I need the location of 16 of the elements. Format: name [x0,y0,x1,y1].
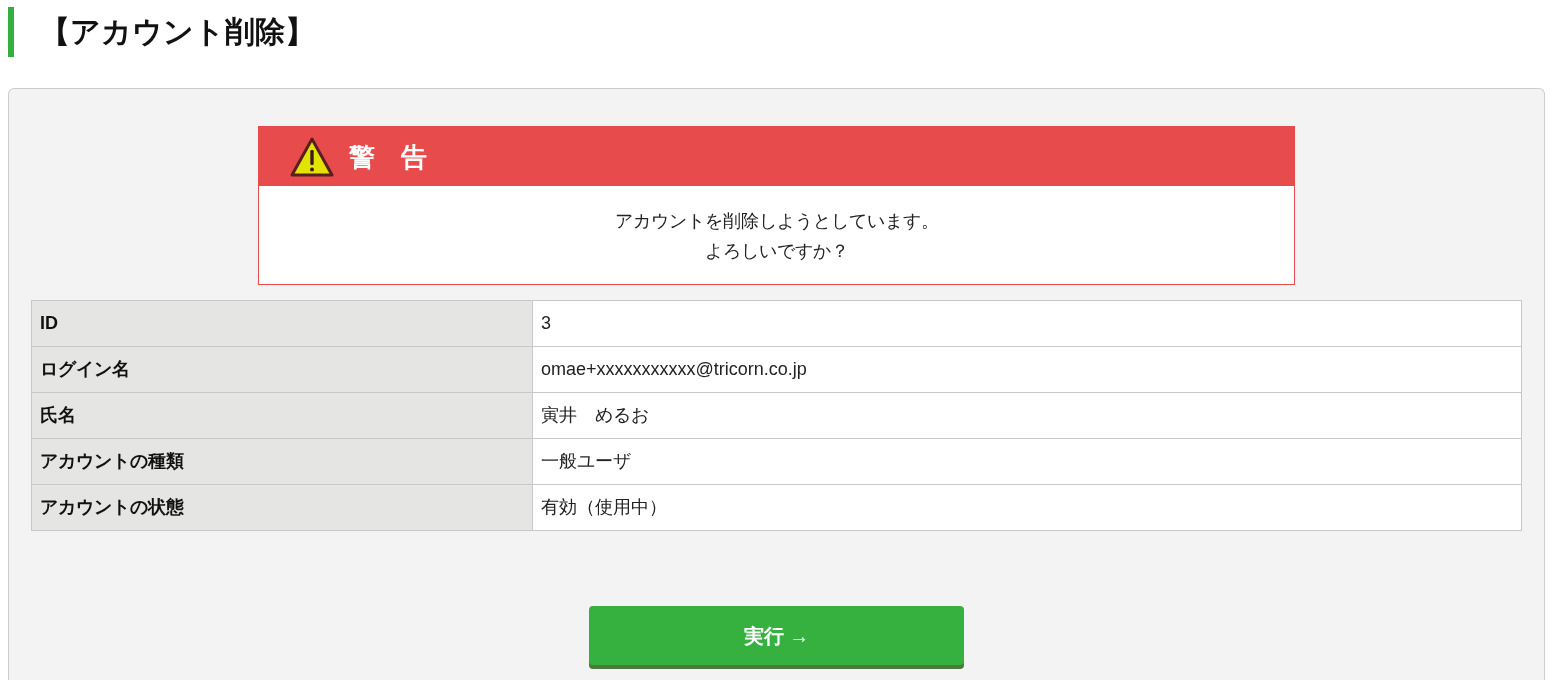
field-value: 3 [532,300,1522,347]
field-value: omae+xxxxxxxxxxx@tricorn.co.jp [532,346,1522,393]
page-title: 【アカウント削除】 [40,17,315,47]
warning-title: 警 告 [349,143,427,170]
field-value: 寅井 めるお [532,392,1522,439]
warning-message: よろしいですか？ [704,240,849,263]
field-label: アカウントの状態 [31,484,533,531]
field-label: アカウントの種類 [31,438,533,485]
warning-message: アカウントを削除しようとしています。 [614,210,939,233]
field-value: 一般ユーザ [532,438,1522,485]
field-label: 氏名 [31,392,533,439]
field-label: ログイン名 [31,346,533,393]
heading-accent-bar [8,7,14,57]
field-label: ID [31,300,533,347]
field-value: 有効（使用中） [532,484,1522,531]
warning-icon [290,136,334,177]
